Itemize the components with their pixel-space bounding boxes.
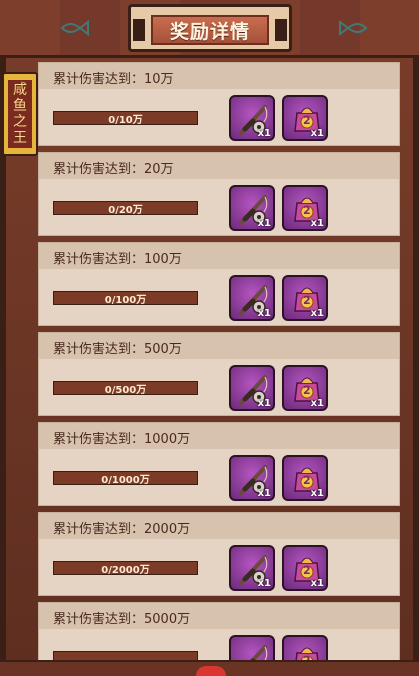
reward-slot-gift-bag[interactable]: 2 x1 [282, 455, 328, 501]
reward-slot-gift-bag[interactable]: 2 x1 [282, 275, 328, 321]
progress-text: 0/100万 [104, 294, 147, 306]
gift-bag-number: 2 [303, 294, 311, 307]
progress-text: 0/10万 [108, 114, 143, 126]
item-quantity: x1 [310, 308, 324, 319]
reward-slot-fishing-rod[interactable]: x1 [229, 275, 275, 321]
gift-bag-number: 2 [303, 564, 311, 577]
damage-progress-bar: 0/2000万 [53, 561, 198, 576]
item-quantity: x1 [257, 308, 271, 319]
reward-requirement-label: 累计伤害达到：500万 [53, 342, 182, 357]
title-bracket-left [133, 19, 145, 41]
reward-item-header: 累计伤害达到：500万 [39, 333, 399, 359]
gift-bag-number: 2 [303, 204, 311, 217]
close-button-partial[interactable] [196, 666, 226, 676]
reward-slot-gift-bag[interactable]: 2 x1 [282, 365, 328, 411]
reward-slot-fishing-rod[interactable]: x1 [229, 545, 275, 591]
fish-ornament-icon [60, 20, 89, 36]
reward-slot-fishing-rod[interactable]: x1 [229, 185, 275, 231]
reward-item-header: 累计伤害达到：5000万 [39, 603, 399, 629]
reward-list[interactable]: 累计伤害达到：10万 0/10万 x1 2 x1 累计伤害达到：20万 0/20万 x1 2 x1… [38, 62, 400, 676]
side-tab-salted-fish-king[interactable]: 咸鱼之王 [2, 72, 38, 156]
reward-slot-fishing-rod[interactable]: x1 [229, 95, 275, 141]
gift-bag-number: 2 [303, 474, 311, 487]
item-quantity: x1 [310, 218, 324, 229]
item-quantity: x1 [310, 128, 324, 139]
reward-requirement-label: 累计伤害达到：100万 [53, 252, 182, 267]
progress-text: 0/2000万 [101, 564, 150, 576]
item-quantity: x1 [310, 398, 324, 409]
reward-item-header: 累计伤害达到：100万 [39, 243, 399, 269]
item-quantity: x1 [310, 488, 324, 499]
reward-slot-fishing-rod[interactable]: x1 [229, 455, 275, 501]
reward-item: 累计伤害达到：10万 0/10万 x1 2 x1 [38, 62, 400, 146]
reward-requirement-label: 累计伤害达到：2000万 [53, 522, 191, 537]
reward-requirement-label: 累计伤害达到：5000万 [53, 612, 191, 627]
progress-text: 0/20万 [108, 204, 143, 216]
side-tab-char: 之 [13, 114, 27, 130]
damage-progress-bar: 0/10万 [53, 111, 198, 126]
reward-requirement-label: 累计伤害达到：10万 [53, 72, 174, 87]
reward-item-header: 累计伤害达到：2000万 [39, 513, 399, 539]
damage-progress-bar: 0/500万 [53, 381, 198, 396]
reward-item-header: 累计伤害达到：10万 [39, 63, 399, 89]
item-quantity: x1 [257, 398, 271, 409]
reward-item-header: 累计伤害达到：1000万 [39, 423, 399, 449]
reward-item: 累计伤害达到：1000万 0/1000万 x1 2 x1 [38, 422, 400, 506]
progress-text: 0/1000万 [101, 474, 150, 486]
side-tab-char: 王 [13, 130, 27, 146]
side-tab-char: 咸 [13, 82, 27, 98]
item-quantity: x1 [257, 488, 271, 499]
reward-requirement-label: 累计伤害达到：1000万 [53, 432, 191, 447]
reward-item: 累计伤害达到：100万 0/100万 x1 2 x1 [38, 242, 400, 326]
reward-slot-gift-bag[interactable]: 2 x1 [282, 545, 328, 591]
item-quantity: x1 [257, 128, 271, 139]
gift-bag-number: 2 [303, 114, 311, 127]
reward-item: 累计伤害达到：20万 0/20万 x1 2 x1 [38, 152, 400, 236]
item-quantity: x1 [310, 578, 324, 589]
item-quantity: x1 [257, 218, 271, 229]
item-quantity: x1 [257, 578, 271, 589]
reward-slot-fishing-rod[interactable]: x1 [229, 365, 275, 411]
side-tab-label: 咸鱼之王 [8, 80, 32, 148]
damage-progress-bar: 0/20万 [53, 201, 198, 216]
fish-ornament-icon [339, 20, 368, 36]
damage-progress-bar: 0/100万 [53, 291, 198, 306]
damage-progress-bar: 0/1000万 [53, 471, 198, 486]
reward-slot-gift-bag[interactable]: 2 x1 [282, 185, 328, 231]
side-tab-char: 鱼 [13, 98, 27, 114]
reward-requirement-label: 累计伤害达到：20万 [53, 162, 174, 177]
gift-bag-number: 2 [303, 384, 311, 397]
title-bracket-right [275, 19, 287, 41]
reward-item-header: 累计伤害达到：20万 [39, 153, 399, 179]
reward-item: 累计伤害达到：500万 0/500万 x1 2 x1 [38, 332, 400, 416]
page-title: 奖励详情 [151, 15, 269, 45]
reward-slot-gift-bag[interactable]: 2 x1 [282, 95, 328, 141]
reward-item: 累计伤害达到：2000万 0/2000万 x1 2 x1 [38, 512, 400, 596]
title-plate: 奖励详情 [128, 4, 292, 52]
progress-text: 0/500万 [104, 384, 147, 396]
